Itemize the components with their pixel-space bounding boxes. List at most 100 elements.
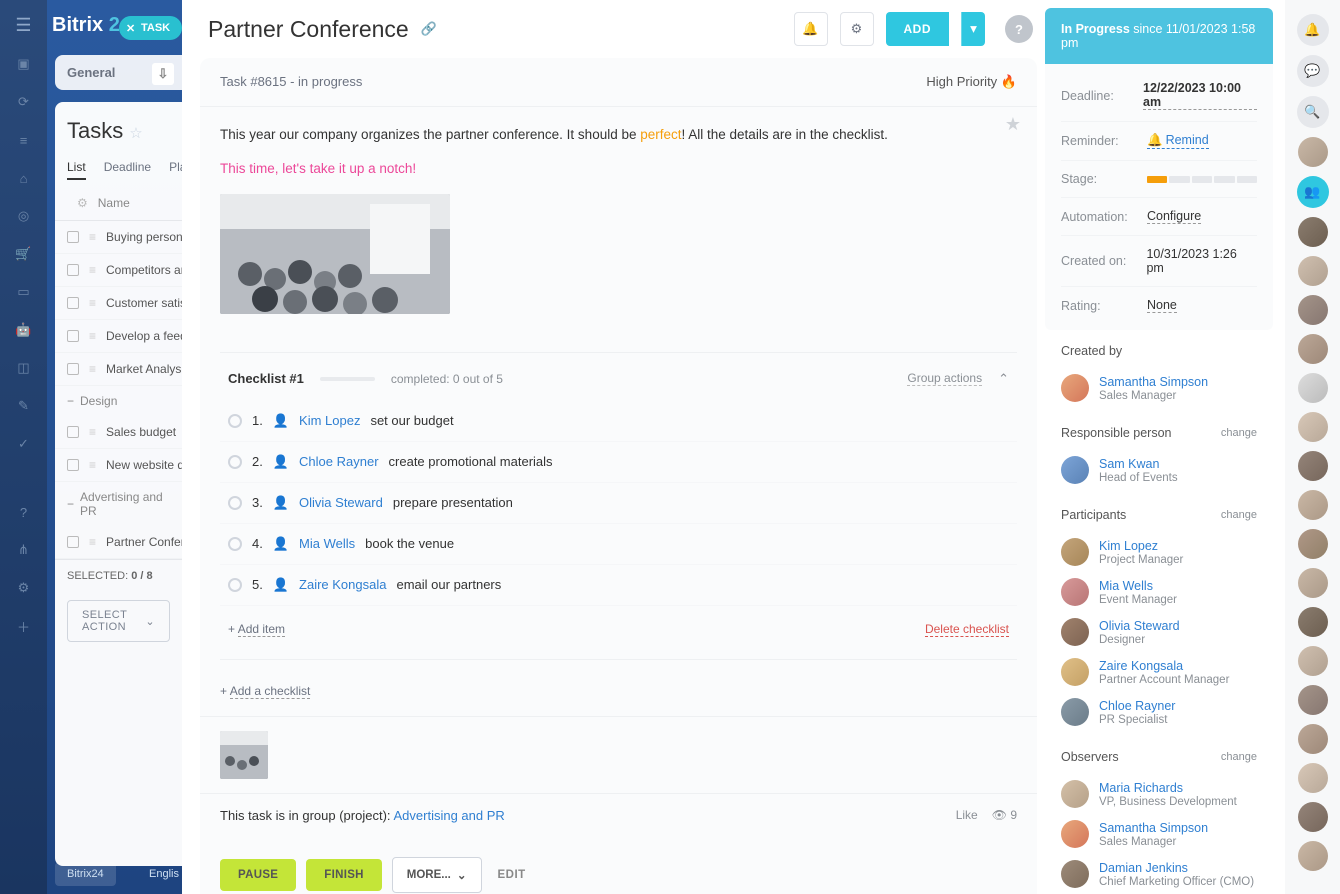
person-row[interactable]: Maria RichardsVP, Business Development [1061,774,1257,814]
avatar[interactable] [1298,412,1328,442]
avatar[interactable] [1298,529,1328,559]
nav-icon[interactable]: ▣ [14,54,34,74]
person-row[interactable]: Kim LopezProject Manager [1061,532,1257,572]
nav-icon[interactable]: ⟳ [14,92,34,112]
plus-icon[interactable]: ＋ [14,616,34,636]
nav-icon[interactable]: ▭ [14,282,34,302]
checklist-item[interactable]: 3.👤Olivia Steward prepare presentation [220,483,1017,524]
checklist-item[interactable]: 5.👤Zaire Kongsala email our partners [220,565,1017,606]
avatar[interactable] [1298,451,1328,481]
avatar[interactable] [1298,724,1328,754]
pause-button[interactable]: PAUSE [220,859,296,891]
avatar[interactable] [1298,295,1328,325]
avatar[interactable] [1298,646,1328,676]
task-group[interactable]: −Advertising and PR [55,482,182,526]
add-dropdown[interactable]: ▾ [961,12,985,46]
tab-deadline[interactable]: Deadline [104,160,151,180]
add-button[interactable]: ADD [886,12,950,46]
avatar[interactable] [1298,137,1328,167]
person-row[interactable]: Samantha SimpsonSales Manager [1061,368,1257,408]
download-icon[interactable]: ⇩ [152,63,174,85]
task-row[interactable]: ≡Develop a feedb [55,320,182,353]
select-action-dropdown[interactable]: SELECT ACTION⌄ [67,600,170,642]
close-icon[interactable]: ✕ [126,22,135,35]
rating-link[interactable]: None [1147,298,1177,313]
tab-list[interactable]: List [67,160,86,180]
remind-link[interactable]: 🔔Remind [1147,133,1209,149]
avatar[interactable] [1298,841,1328,871]
attachment-image[interactable] [220,194,450,314]
task-row[interactable]: ≡Competitors ana [55,254,182,287]
avatar[interactable] [1298,334,1328,364]
more-button[interactable]: MORE...⌄ [392,857,482,893]
deadline-value[interactable]: 12/22/2023 10:00 am [1143,81,1257,110]
star-icon[interactable]: ☆ [129,125,142,142]
group-icon[interactable]: 👥 [1297,176,1329,208]
add-checklist-link[interactable]: + Add a checklist [200,680,1037,717]
avatar[interactable] [1298,685,1328,715]
nav-icon[interactable]: ◫ [14,358,34,378]
finish-button[interactable]: FINISH [306,859,382,891]
checklist-item[interactable]: 2.👤Chloe Rayner create promotional mater… [220,442,1017,483]
change-link[interactable]: change [1221,751,1257,763]
language-selector[interactable]: Englis [143,862,182,886]
help-button[interactable]: ? [1005,15,1033,43]
edit-link[interactable]: EDIT [498,869,526,881]
task-row[interactable]: ≡New website de [55,449,182,482]
nav-icon[interactable]: 🤖 [14,320,34,340]
task-row[interactable]: ≡Market Analysis [55,353,182,386]
bell-button[interactable]: 🔔 [794,12,828,46]
hamburger-icon[interactable]: ☰ [15,15,31,36]
bitrix-badge[interactable]: Bitrix24 [55,862,116,886]
avatar[interactable] [1298,763,1328,793]
task-row[interactable]: ≡Partner Confere [55,526,182,559]
task-row[interactable]: ≡Buying persona [55,221,182,254]
change-link[interactable]: change [1221,509,1257,521]
nav-icon[interactable]: ◎ [14,206,34,226]
chat-icon[interactable]: 💬 [1297,55,1329,87]
add-item-link[interactable]: + Add item [228,622,285,637]
configure-link[interactable]: Configure [1147,209,1201,224]
avatar[interactable] [1298,217,1328,247]
general-tab[interactable]: General⇩ [55,55,182,90]
task-row[interactable]: ≡Customer satisf [55,287,182,320]
person-row[interactable]: Chloe RaynerPR Specialist [1061,692,1257,732]
gear-icon[interactable]: ⚙ [14,578,34,598]
nav-icon[interactable]: ✎ [14,396,34,416]
checklist-item[interactable]: 1.👤Kim Lopez set our budget [220,401,1017,442]
person-row[interactable]: Damian JenkinsChief Marketing Officer (C… [1061,854,1257,894]
group-actions-link[interactable]: Group actions [907,371,982,386]
person-row[interactable]: Mia WellsEvent Manager [1061,572,1257,612]
nav-icon[interactable]: ≡ [14,130,34,150]
avatar[interactable] [1298,373,1328,403]
nav-icon[interactable]: ✓ [14,434,34,454]
avatar[interactable] [1298,802,1328,832]
group-link[interactable]: Advertising and PR [394,808,505,823]
avatar[interactable] [1298,256,1328,286]
delete-checklist-link[interactable]: Delete checklist [925,622,1009,637]
task-row[interactable]: ≡Sales budget [55,416,182,449]
nav-icon[interactable]: ⌂ [14,168,34,188]
avatar[interactable] [1298,607,1328,637]
avatar[interactable] [1298,490,1328,520]
task-pill[interactable]: ✕TASK [119,16,182,40]
stage-bar[interactable] [1147,176,1257,183]
nav-icon[interactable]: ⋔ [14,540,34,560]
bell-icon[interactable]: 🔔 [1297,14,1329,46]
like-button[interactable]: Like [956,808,978,822]
nav-icon[interactable]: 🛒 [14,244,34,264]
task-group[interactable]: −Design [55,386,182,416]
person-row[interactable]: Olivia StewardDesigner [1061,612,1257,652]
star-icon[interactable]: ★ [1005,111,1021,138]
attachment-thumbnail[interactable] [220,731,268,779]
tab-plan[interactable]: Plan [169,160,182,180]
avatar[interactable] [1298,568,1328,598]
checklist-item[interactable]: 4.👤Mia Wells book the venue [220,524,1017,565]
person-row[interactable]: Samantha SimpsonSales Manager [1061,814,1257,854]
gear-button[interactable]: ⚙ [840,12,874,46]
search-icon[interactable]: 🔍 [1297,96,1329,128]
link-icon[interactable]: 🔗 [421,21,437,37]
change-link[interactable]: change [1221,427,1257,439]
person-row[interactable]: Sam KwanHead of Events [1061,450,1257,490]
person-row[interactable]: Zaire KongsalaPartner Account Manager [1061,652,1257,692]
